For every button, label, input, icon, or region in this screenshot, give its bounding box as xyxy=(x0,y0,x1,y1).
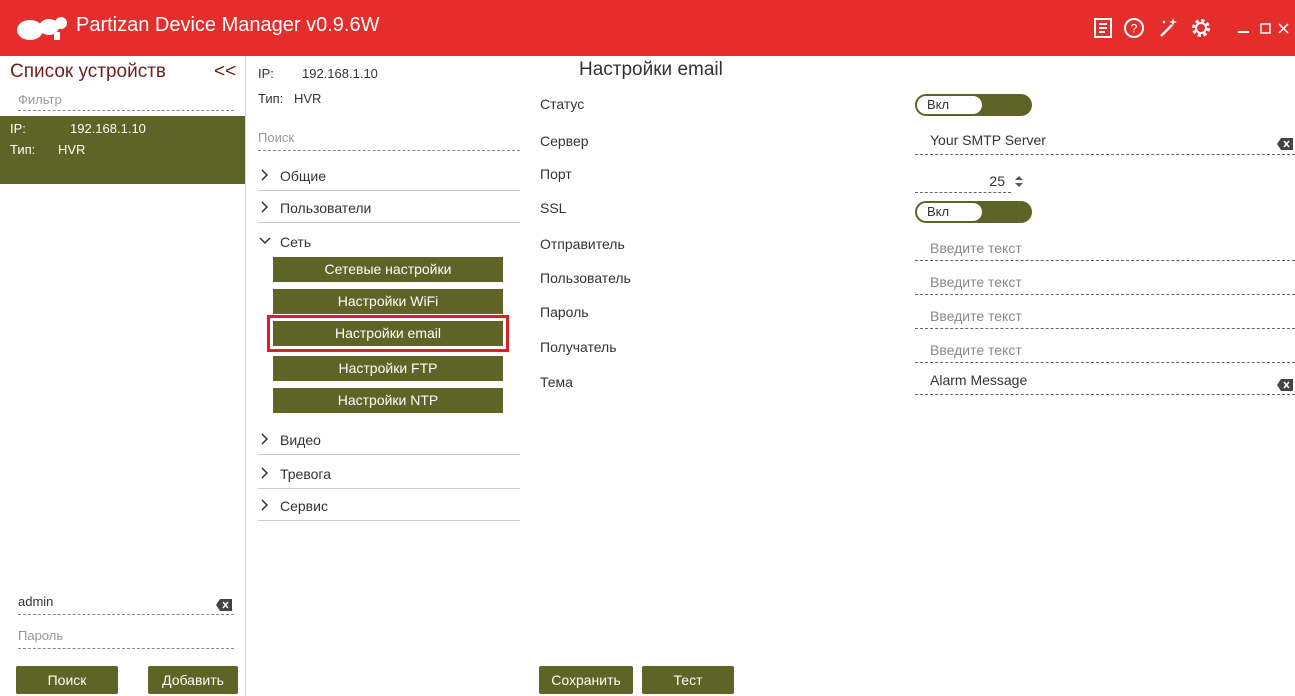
server-input[interactable]: Your SMTP Server xyxy=(915,130,1295,155)
subject-value: Alarm Message xyxy=(930,372,1028,388)
tree-item-label: Сервис xyxy=(280,498,328,514)
journal-icon[interactable] xyxy=(1091,16,1115,40)
device-list-title: Список устройств xyxy=(10,61,167,82)
tree-search-placeholder: Поиск xyxy=(258,130,295,145)
chevron-right-icon xyxy=(261,499,269,511)
ssl-toggle[interactable]: Вкл xyxy=(915,201,1032,223)
filter-input[interactable]: Фильтр xyxy=(18,92,234,111)
minimize-icon[interactable] xyxy=(1232,16,1256,40)
tree-item-video[interactable]: Видео xyxy=(258,430,520,455)
ftp-settings-button[interactable]: Настройки FTP xyxy=(273,356,503,381)
svg-text:?: ? xyxy=(1131,22,1138,36)
add-device-button[interactable]: Добавить xyxy=(148,666,238,694)
email-settings-button[interactable]: Настройки email xyxy=(267,315,509,352)
tree-item-label: Видео xyxy=(280,432,321,448)
ssl-toggle-label: Вкл xyxy=(917,203,982,221)
chevron-right-icon xyxy=(261,467,269,479)
tree-item-users[interactable]: Пользователи xyxy=(258,198,520,223)
server-value: Your SMTP Server xyxy=(930,132,1046,148)
search-button[interactable]: Поиск xyxy=(16,666,118,694)
tree-item-alarm[interactable]: Тревога xyxy=(258,464,520,489)
filter-placeholder: Фильтр xyxy=(18,92,62,107)
server-label: Сервер xyxy=(540,133,589,149)
page-title: Настройки email xyxy=(579,59,723,80)
device-type-value: HVR xyxy=(58,142,86,157)
chevron-right-icon xyxy=(261,433,269,445)
ssl-label: SSL xyxy=(540,200,567,216)
subject-input[interactable]: Alarm Message xyxy=(915,370,1295,395)
magic-wand-icon[interactable] xyxy=(1156,16,1180,40)
user-input[interactable]: Введите текст xyxy=(915,270,1295,295)
tree-item-network[interactable]: Сеть xyxy=(258,232,520,256)
login-value: admin xyxy=(18,594,54,609)
tree-item-label: Сеть xyxy=(280,234,312,250)
status-toggle-label: Вкл xyxy=(917,96,982,114)
chevron-right-icon xyxy=(261,201,269,213)
help-icon[interactable]: ? xyxy=(1122,16,1146,40)
test-button[interactable]: Тест xyxy=(642,666,734,694)
password-input[interactable]: Пароль xyxy=(18,628,234,649)
port-label: Порт xyxy=(540,166,572,182)
tree-item-label: Тревога xyxy=(280,466,331,482)
wifi-settings-button[interactable]: Настройки WiFi xyxy=(273,289,503,314)
user-placeholder: Введите текст xyxy=(930,274,1022,290)
ip-label: IP: xyxy=(258,66,274,81)
device-list-panel: Список устройств << Фильтр IP: 192.168.1… xyxy=(0,56,246,696)
email-password-placeholder: Введите текст xyxy=(930,308,1022,324)
network-settings-button[interactable]: Сетевые настройки xyxy=(273,257,503,282)
tree-item-general[interactable]: Общие xyxy=(258,166,520,191)
subject-label: Тема xyxy=(540,374,573,390)
device-list-item[interactable]: IP: 192.168.1.10 Тип: HVR xyxy=(0,116,245,184)
email-settings-panel: Настройки email Статус Вкл Сервер Your S… xyxy=(525,56,1295,696)
close-icon[interactable] xyxy=(1273,16,1295,40)
tree-item-label: Общие xyxy=(280,168,327,184)
tree-item-service[interactable]: Сервис xyxy=(258,496,520,521)
collapse-panel-icon[interactable]: << xyxy=(214,61,238,82)
recipient-label: Получатель xyxy=(540,339,617,355)
chevron-right-icon xyxy=(261,169,269,181)
password-label: Пароль xyxy=(540,304,589,320)
sender-label: Отправитель xyxy=(540,236,625,252)
sender-placeholder: Введите текст xyxy=(930,240,1022,256)
device-ip-value: 192.168.1.10 xyxy=(70,121,146,136)
device-ip-label: IP: xyxy=(10,121,26,136)
password-placeholder: Пароль xyxy=(18,628,64,643)
title-bar: Partizan Device Manager v0.9.6W ? xyxy=(0,0,1295,56)
email-password-input[interactable]: Введите текст xyxy=(915,304,1295,329)
ntp-settings-button[interactable]: Настройки NTP xyxy=(273,388,503,413)
sender-input[interactable]: Введите текст xyxy=(915,236,1295,261)
tree-item-label: Пользователи xyxy=(280,200,372,216)
port-spinbox[interactable]: 25 xyxy=(915,170,1025,193)
partizan-logo-icon xyxy=(17,17,67,40)
chevron-down-icon xyxy=(259,237,271,245)
device-type-label: Тип: xyxy=(10,142,36,157)
type-value: HVR xyxy=(294,91,322,106)
settings-gear-icon[interactable] xyxy=(1189,16,1213,40)
status-label: Статус xyxy=(540,96,585,112)
spin-arrows-icon[interactable] xyxy=(1015,176,1023,187)
clear-subject-icon[interactable] xyxy=(1277,379,1293,391)
ip-value: 192.168.1.10 xyxy=(302,66,378,81)
status-toggle[interactable]: Вкл xyxy=(915,94,1032,116)
port-field: 25 xyxy=(915,170,1011,193)
app-title: Partizan Device Manager v0.9.6W xyxy=(76,14,380,36)
save-button[interactable]: Сохранить xyxy=(539,666,633,694)
port-value: 25 xyxy=(989,173,1005,189)
login-input[interactable]: admin xyxy=(18,594,234,615)
clear-server-icon[interactable] xyxy=(1277,138,1293,150)
settings-tree-panel: IP: 192.168.1.10 Тип: HVR Поиск Общие По… xyxy=(246,56,524,696)
type-label: Тип: xyxy=(258,91,284,106)
tree-search-input[interactable]: Поиск xyxy=(258,130,520,151)
recipient-input[interactable]: Введите текст xyxy=(915,338,1295,363)
clear-login-icon[interactable] xyxy=(216,599,232,611)
user-label: Пользователь xyxy=(540,270,631,286)
recipient-placeholder: Введите текст xyxy=(930,342,1022,358)
